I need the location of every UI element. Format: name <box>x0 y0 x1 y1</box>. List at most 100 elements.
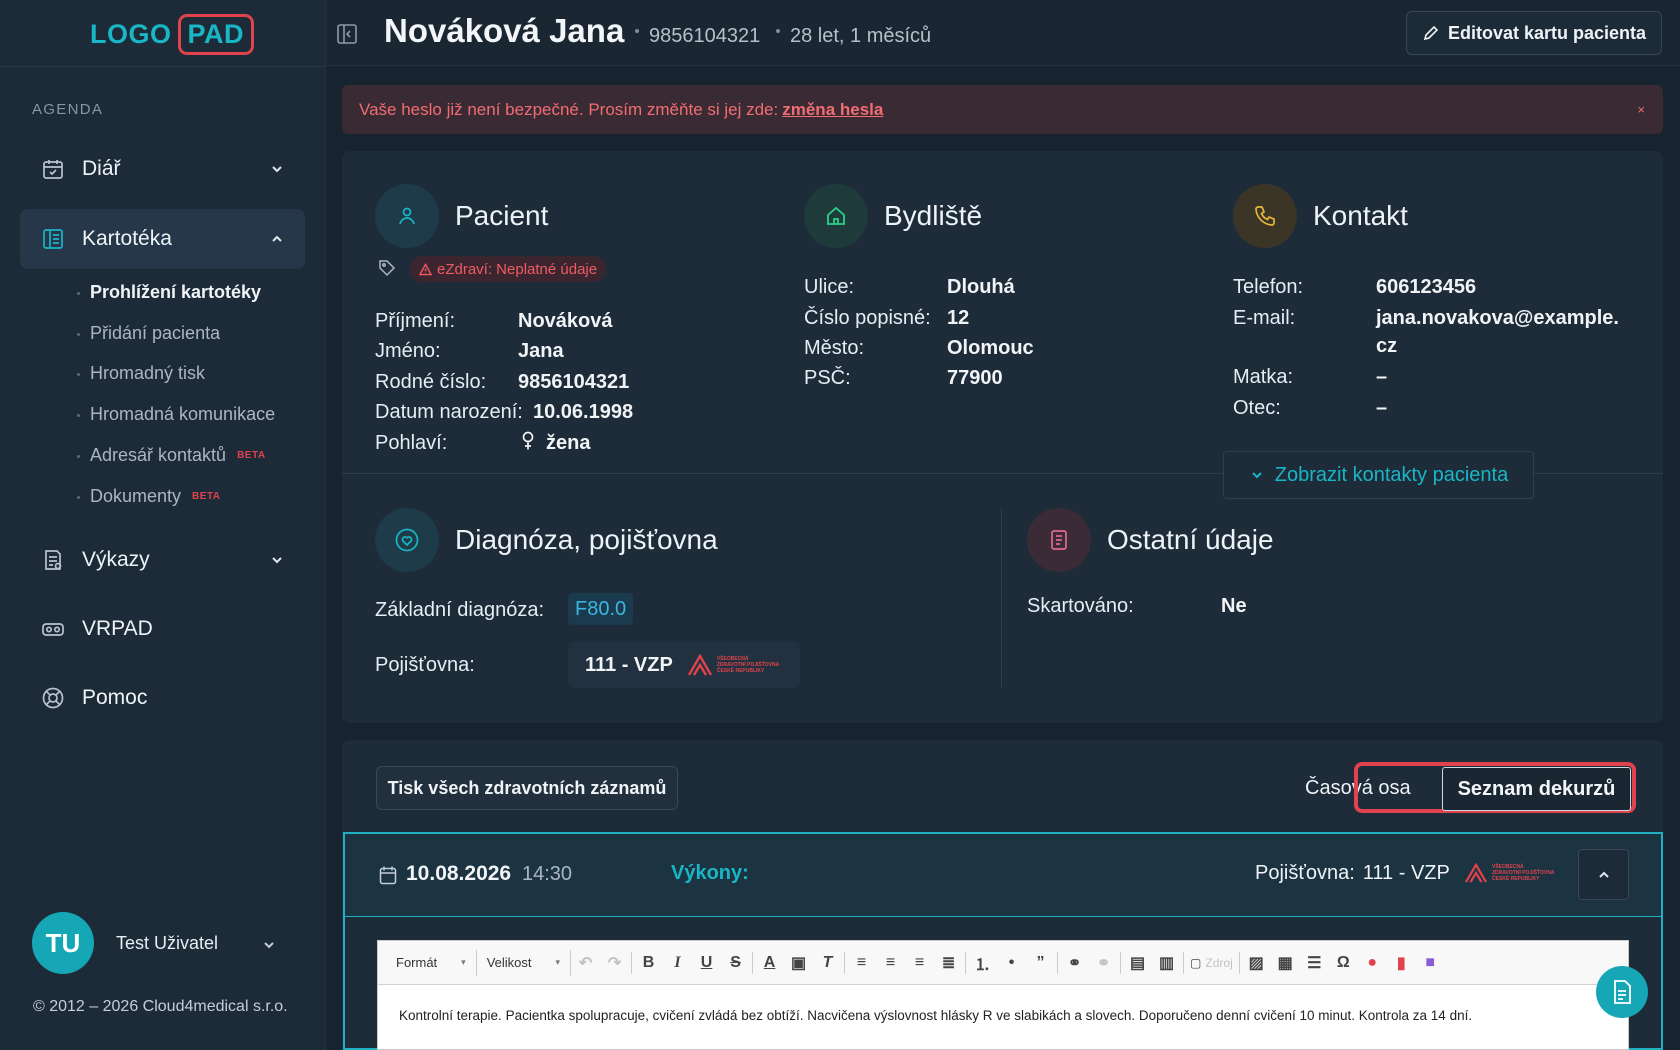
ezdravi-warning-badge[interactable]: eZdraví: Neplatné údaje <box>410 256 607 282</box>
subitem-label: Adresář kontaktů <box>90 445 227 465</box>
size-select[interactable]: Velikost <box>477 949 572 976</box>
align-left-icon[interactable]: ≡ <box>847 950 876 976</box>
collapse-record-button[interactable] <box>1578 849 1629 900</box>
quote-icon[interactable]: ” <box>1026 950 1055 976</box>
edit-patient-button[interactable]: Editovat kartu pacienta <box>1406 11 1662 55</box>
document-icon <box>1051 530 1067 550</box>
beta-badge: BETA <box>237 450 266 461</box>
special-char-icon[interactable]: Ω <box>1329 950 1358 976</box>
subitem-label: Hromadný tisk <box>90 363 206 383</box>
field-label: Pohlaví: <box>375 432 448 454</box>
rich-text-editor[interactable]: Formát Velikost ↶ ↷ B I U S A ▣ T ≡ ≡ ≡ … <box>377 940 1629 1050</box>
divider <box>1120 951 1122 974</box>
align-right-icon[interactable]: ≡ <box>905 950 934 976</box>
divider <box>631 951 633 974</box>
vzp-logo-icon <box>687 654 712 676</box>
record-text[interactable]: Kontrolní terapie. Pacientka spolupracuj… <box>399 1008 1472 1023</box>
sidebar-item-pomoc[interactable]: Pomoc <box>20 668 305 728</box>
undo-icon[interactable]: ↶ <box>571 950 600 976</box>
vzp-logo-icon <box>1465 863 1487 883</box>
show-contacts-button[interactable]: Zobrazit kontakty pacienta <box>1223 451 1534 499</box>
background-color-icon[interactable]: ▣ <box>784 950 813 976</box>
tag-icon[interactable] <box>378 259 396 277</box>
subitem-label: Hromadná komunikace <box>90 404 276 424</box>
vr-headset-icon <box>42 623 64 636</box>
user-name[interactable]: Test Uživatel <box>116 933 218 954</box>
bold-icon[interactable]: B <box>634 950 663 976</box>
ai-icon[interactable]: ■ <box>1416 950 1445 976</box>
record-insurance-value: 111 - VZP <box>1362 862 1450 884</box>
tab-decursus-list[interactable]: Seznam dekurzů <box>1442 767 1631 811</box>
sidebar-subitem-dokumenty[interactable]: Dokumenty BETA <box>77 486 221 507</box>
section-title-diagnosis: Diagnóza, pojišťovna <box>455 524 718 555</box>
field-label: E-mail: <box>1233 307 1296 329</box>
logo-badge: PAD <box>177 13 255 55</box>
horizontal-line-icon[interactable]: ☰ <box>1300 950 1329 976</box>
email-value-cont[interactable]: cz <box>1376 335 1397 358</box>
field-label: Datum narození: <box>375 401 523 423</box>
field-label: Ulice: <box>804 276 855 298</box>
italic-icon[interactable]: I <box>663 950 692 976</box>
warning-icon <box>419 262 432 275</box>
comment-icon[interactable]: ● <box>1358 950 1387 976</box>
calendar-icon <box>379 866 397 885</box>
sidebar-item-diar[interactable]: Diář <box>20 139 305 199</box>
calendar-icon <box>43 160 63 179</box>
sidebar-item-label: Pomoc <box>82 686 148 709</box>
text-color-icon[interactable]: A <box>755 950 784 976</box>
sidebar-subitem-pridani[interactable]: Přidání pacienta <box>76 323 220 344</box>
user-icon <box>399 207 415 225</box>
patient-circle <box>375 184 439 248</box>
note-icon <box>1614 980 1631 1004</box>
field-value: – <box>1376 397 1388 419</box>
field-value: – <box>1376 366 1388 388</box>
numbered-list-icon[interactable]: ⒈ <box>968 950 997 976</box>
sidebar-subitem-hromadny-tisk[interactable]: Hromadný tisk <box>76 363 206 384</box>
sidebar-subitem-komunikace[interactable]: Hromadná komunikace <box>76 404 276 425</box>
field-label: Telefon: <box>1233 276 1304 298</box>
address-circle <box>804 184 868 248</box>
field-value: 9856104321 <box>518 371 630 393</box>
close-icon[interactable]: × <box>1637 102 1645 117</box>
redo-icon[interactable]: ↷ <box>600 950 629 976</box>
source-button[interactable]: ▢ Zdroj <box>1186 950 1237 976</box>
print-all-records-button[interactable]: Tisk všech zdravotních záznamů <box>376 766 678 810</box>
chevron-down-icon[interactable] <box>261 937 277 953</box>
sidebar-subitem-prohlizeni[interactable]: Prohlížení kartotéky <box>76 282 261 303</box>
insurance-value: 111 - VZP <box>585 653 673 676</box>
sidebar-item-kartoteka[interactable]: Kartotéka <box>20 209 305 269</box>
field-label: Příjmení: <box>375 310 456 332</box>
change-password-link[interactable]: změna hesla <box>782 100 883 120</box>
diagnosis-circle <box>375 508 439 572</box>
table-icon[interactable]: ▦ <box>1271 950 1300 976</box>
field-value: 10.06.1998 <box>533 401 634 423</box>
paste-icon[interactable]: ▤ <box>1123 950 1152 976</box>
align-center-icon[interactable]: ≡ <box>876 950 905 976</box>
strikethrough-icon[interactable]: S <box>721 950 750 976</box>
report-icon <box>45 550 62 570</box>
sidebar-item-vykazy[interactable]: Výkazy <box>20 530 305 590</box>
source-label: Zdroj <box>1205 955 1233 970</box>
format-select[interactable]: Formát <box>386 949 477 976</box>
field-label: Pojišťovna: <box>375 654 475 676</box>
unlink-icon[interactable]: ⚭ <box>1089 950 1118 976</box>
sidebar-toggle-icon[interactable] <box>336 23 358 45</box>
diagnosis-badge[interactable]: F80.0 <box>568 593 634 625</box>
align-justify-icon[interactable]: ≣ <box>934 950 963 976</box>
bullet-list-icon[interactable]: • <box>997 950 1026 976</box>
underline-icon[interactable]: U <box>692 950 721 976</box>
notes-fab-button[interactable] <box>1596 966 1648 1018</box>
image-icon[interactable]: ▨ <box>1242 950 1271 976</box>
field-label: Jméno: <box>375 340 441 362</box>
sidebar-subitem-adresar[interactable]: Adresář kontaktů BETA <box>77 445 266 466</box>
avatar[interactable]: TU <box>32 912 94 974</box>
remove-format-icon[interactable]: T <box>813 950 842 976</box>
sidebar-item-vrpad[interactable]: VRPAD <box>20 599 305 659</box>
email-value[interactable]: jana.novakova@example. <box>1376 307 1619 330</box>
password-alert: Vaše heslo již není bezpečné. Prosím změ… <box>342 85 1663 134</box>
template-icon[interactable]: ▮ <box>1387 950 1416 976</box>
logo[interactable]: LOGO PAD <box>90 13 255 55</box>
paste-text-icon[interactable]: ▥ <box>1152 950 1181 976</box>
link-icon[interactable]: ⚭ <box>1060 950 1089 976</box>
field-value[interactable]: 606123456 <box>1376 276 1476 299</box>
